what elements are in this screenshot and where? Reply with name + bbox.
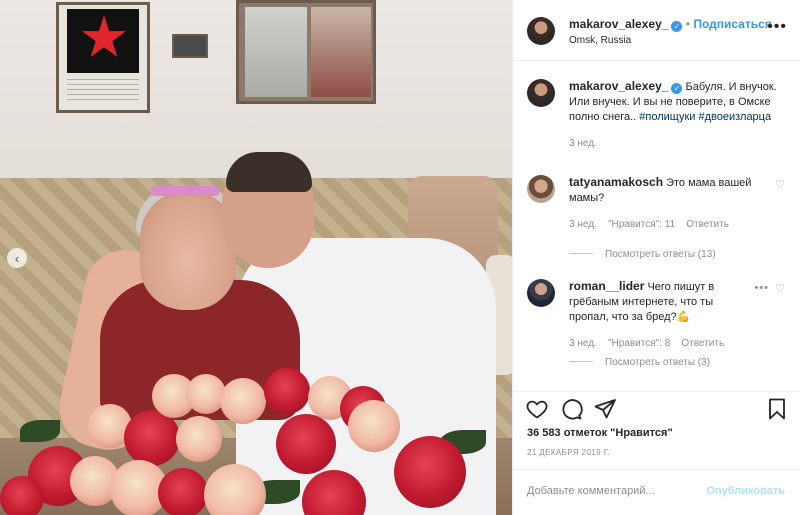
comment-reply-button[interactable]: Ответить (686, 219, 729, 230)
more-dots-icon[interactable]: ••• (767, 19, 787, 35)
comment-reply-button[interactable]: Ответить (681, 338, 724, 349)
photo-rose (264, 368, 310, 414)
photo-rose (348, 400, 400, 452)
photo-small-portrait (172, 34, 208, 58)
follow-button[interactable]: Подписаться (693, 17, 771, 31)
author-line: makarov_alexey_ ✓ • Подписаться (569, 17, 772, 32)
chevron-left-icon: ‹ (14, 250, 20, 266)
photo-leaf (20, 420, 60, 442)
comment-age: 3 нед. (569, 338, 597, 349)
photo-poster-left (245, 7, 307, 97)
photo-poster-right (311, 7, 371, 97)
photo-rose (204, 464, 266, 515)
photo-rose (394, 436, 466, 508)
caption-username[interactable]: makarov_alexey_ (569, 79, 668, 93)
photo-star-frame (56, 2, 150, 113)
photo-rose (158, 468, 208, 515)
caption-body: makarov_alexey_ ✓ Бабуля. И внучок. Или в… (569, 79, 781, 151)
more-dots-icon[interactable]: ••• (754, 281, 769, 296)
photo-rose (302, 470, 366, 515)
carousel-prev-button[interactable]: ‹ (7, 248, 27, 268)
post-header: makarov_alexey_ ✓ • Подписаться Omsk, Rus… (513, 0, 800, 61)
view-replies-label: Посмотреть ответы (13) (605, 249, 716, 260)
photo-red-star (81, 15, 127, 57)
comment-input[interactable] (527, 485, 707, 497)
photo-rose (124, 410, 180, 466)
comment-heart-icon[interactable]: ♡ (775, 282, 785, 297)
comment-body: tatyanamakosch Это мама вашей мамы? 3 не… (569, 175, 759, 232)
add-comment-bar: Опубликовать (513, 469, 800, 515)
publish-button[interactable]: Опубликовать (706, 485, 785, 497)
post-photo[interactable]: ‹ (0, 0, 512, 515)
author-avatar[interactable] (527, 17, 555, 45)
comment-likes[interactable]: "Нравится": 11 (608, 219, 675, 230)
photo-rose (276, 414, 336, 474)
post-side-panel: makarov_alexey_ ✓ • Подписаться Omsk, Rus… (512, 0, 800, 515)
photo-plaque-text (67, 79, 139, 103)
bookmark-icon[interactable] (765, 397, 789, 421)
photo-rose (176, 416, 222, 462)
likes-count[interactable]: 36 583 отметок "Нравится" (527, 427, 673, 439)
comment-username[interactable]: roman__lider (569, 279, 644, 293)
comments-section[interactable]: makarov_alexey_ ✓ Бабуля. И внучок. Или в… (513, 61, 800, 391)
view-replies-button[interactable]: Посмотреть ответы (13) (569, 247, 716, 262)
photo-star-plaque (67, 9, 139, 73)
paper-plane-icon[interactable] (593, 397, 617, 421)
verified-badge-icon: ✓ (671, 83, 683, 94)
view-replies-label: Посмотреть ответы (3) (605, 357, 711, 368)
commenter-avatar[interactable] (527, 175, 555, 203)
view-replies-button[interactable]: Посмотреть ответы (3) (569, 355, 710, 370)
author-avatar[interactable] (527, 79, 555, 107)
comment-heart-icon[interactable]: ♡ (775, 178, 785, 193)
post-location[interactable]: Omsk, Russia (569, 35, 631, 46)
heart-icon[interactable] (525, 397, 549, 421)
caption-age: 3 нед. (569, 138, 597, 149)
comment-likes[interactable]: "Нравится": 8 (608, 338, 670, 349)
caption-hashtags[interactable]: #полищуки #двоеизларца (639, 111, 771, 123)
comment-bubble-icon[interactable] (559, 397, 583, 421)
author-username[interactable]: makarov_alexey_ (569, 17, 668, 31)
comment-username[interactable]: tatyanamakosch (569, 175, 663, 189)
verified-badge-icon: ✓ (671, 21, 683, 32)
photo-rose (0, 476, 44, 515)
comment-body: roman__lider Чего пишут в грёбаным интер… (569, 279, 745, 351)
photo-rose (220, 378, 266, 424)
replies-divider (569, 253, 593, 254)
post-date: 21 ДЕКАБРЯ 2019 Г. (527, 448, 611, 457)
photo-headband (150, 186, 220, 196)
photo-man-hair (226, 152, 312, 192)
photo-poster-frame (236, 0, 376, 104)
photo-roses (0, 360, 512, 515)
comment-meta: 3 нед. "Нравится": 8 Ответить (569, 337, 745, 351)
comment-age: 3 нед. (569, 219, 597, 230)
comment-meta: 3 нед. "Нравится": 11 Ответить (569, 218, 759, 232)
replies-divider (569, 361, 593, 362)
commenter-avatar[interactable] (527, 279, 555, 307)
